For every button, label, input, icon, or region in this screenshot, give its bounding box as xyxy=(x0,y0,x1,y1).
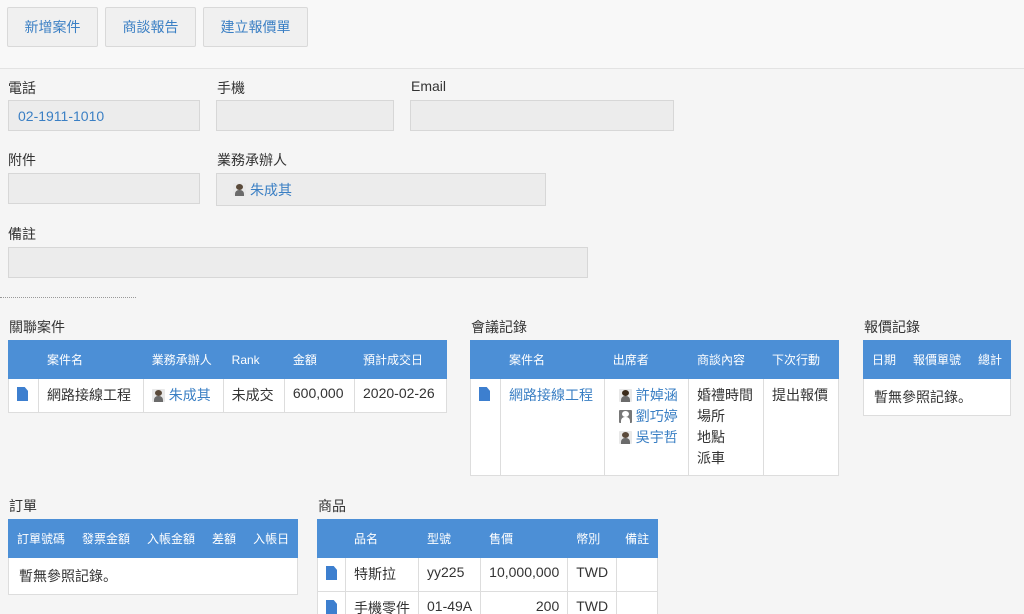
attendee-link[interactable]: 許婥涵 xyxy=(636,387,678,403)
product-price: 10,000,000 xyxy=(480,557,569,592)
table-row[interactable]: 網路接線工程 許婥涵 劉巧婷 吳宇哲 婚禮時間 場所 地點 派車 提出報價 xyxy=(470,378,840,476)
email-field[interactable] xyxy=(410,100,674,131)
product-name: 手機零件 xyxy=(345,591,419,614)
col-header[interactable]: 案件名 xyxy=(38,340,144,379)
meetings-title: 會議記錄 xyxy=(471,319,527,335)
col-header[interactable]: 差額 xyxy=(203,519,246,558)
product-currency: TWD xyxy=(567,557,618,592)
new-case-button[interactable]: 新增案件 xyxy=(7,7,98,47)
phone-field[interactable]: 02-1911-1010 xyxy=(8,100,200,131)
product-model: 01-49A xyxy=(417,591,482,614)
attendee-link[interactable]: 劉巧婷 xyxy=(636,408,678,424)
col-header[interactable]: 品名 xyxy=(345,519,419,558)
col-header[interactable]: 幣別 xyxy=(567,519,618,558)
col-header[interactable]: 售價 xyxy=(480,519,569,558)
col-header[interactable]: 下次行動 xyxy=(762,340,840,379)
date-cell: 2020-02-26 xyxy=(354,378,447,413)
attendee-link[interactable]: 吳宇哲 xyxy=(636,429,678,445)
meetings-table: 案件名 出席者 商談內容 下次行動 網路接線工程 許婥涵 劉巧婷 吳宇哲 婚禮時… xyxy=(470,340,840,476)
user-avatar-icon xyxy=(233,183,246,196)
table-row[interactable]: 網路接線工程 朱成其 未成交 600,000 2020-02-26 xyxy=(8,378,447,413)
related-cases-title: 關聯案件 xyxy=(9,319,65,335)
toolbar: 新增案件 商談報告 建立報價單 xyxy=(0,0,1024,69)
amount-cell: 600,000 xyxy=(283,378,356,413)
note-label: 備註 xyxy=(8,226,36,242)
quotes-title: 報價記錄 xyxy=(864,319,920,335)
col-header[interactable]: 備註 xyxy=(616,519,659,558)
mobile-label: 手機 xyxy=(217,80,245,96)
phone-label: 電話 xyxy=(8,80,36,96)
col-header[interactable]: 商談內容 xyxy=(687,340,764,379)
col-header[interactable]: 入帳金額 xyxy=(138,519,205,558)
col-header[interactable]: 訂單號碼 xyxy=(7,519,75,558)
content-line: 地點 xyxy=(696,429,725,445)
document-icon[interactable] xyxy=(326,566,337,580)
empty-message: 暫無參照記錄。 xyxy=(7,557,299,595)
mobile-field[interactable] xyxy=(216,100,394,131)
document-icon[interactable] xyxy=(326,600,337,614)
col-header[interactable]: 發票金額 xyxy=(73,519,140,558)
owner-name-link[interactable]: 朱成其 xyxy=(250,180,292,200)
create-quote-button[interactable]: 建立報價單 xyxy=(203,7,308,47)
col-header[interactable]: Rank xyxy=(222,340,285,379)
user-avatar-icon xyxy=(618,431,632,444)
owner-link[interactable]: 朱成其 xyxy=(169,387,211,403)
note-field[interactable] xyxy=(8,247,588,278)
col-header[interactable]: 日期 xyxy=(862,340,906,379)
attachment-field[interactable] xyxy=(8,173,200,204)
case-name-link[interactable]: 網路接線工程 xyxy=(509,387,593,403)
product-note xyxy=(616,557,659,592)
col-header[interactable]: 型號 xyxy=(417,519,482,558)
document-icon[interactable] xyxy=(479,387,490,401)
quotes-table: 日期 報價單號 總計 暫無參照記錄。 xyxy=(862,340,1012,416)
user-avatar-icon xyxy=(151,389,165,402)
owner-label: 業務承辦人 xyxy=(217,152,287,168)
document-icon[interactable] xyxy=(17,387,28,401)
content-line: 場所 xyxy=(696,408,725,424)
orders-table: 訂單號碼 發票金額 入帳金額 差額 入帳日 暫無參照記錄。 xyxy=(7,519,299,595)
attachment-label: 附件 xyxy=(8,152,36,168)
col-header[interactable]: 總計 xyxy=(969,340,1012,379)
owner-field[interactable]: 朱成其 xyxy=(216,173,546,206)
product-note xyxy=(616,591,659,614)
col-header[interactable]: 出席者 xyxy=(603,340,689,379)
content-line: 派車 xyxy=(696,450,725,466)
col-header[interactable]: 報價單號 xyxy=(904,340,971,379)
content-line: 婚禮時間 xyxy=(696,387,753,403)
products-title: 商品 xyxy=(318,498,346,514)
rank-cell: 未成交 xyxy=(222,378,285,413)
user-avatar-icon xyxy=(618,410,632,423)
meeting-report-button[interactable]: 商談報告 xyxy=(105,7,196,47)
product-currency: TWD xyxy=(567,591,618,614)
product-price: 200 xyxy=(480,591,569,614)
col-header[interactable]: 入帳日 xyxy=(244,519,299,558)
email-label: Email xyxy=(411,78,447,94)
section-divider xyxy=(0,297,136,298)
table-row[interactable]: 特斯拉 yy225 10,000,000 TWD xyxy=(317,557,659,592)
orders-title: 訂單 xyxy=(9,498,37,514)
table-row[interactable]: 手機零件 01-49A 200 TWD xyxy=(317,591,659,614)
user-avatar-icon xyxy=(618,389,632,402)
case-name[interactable]: 網路接線工程 xyxy=(38,378,144,413)
col-header[interactable]: 案件名 xyxy=(500,340,605,379)
product-model: yy225 xyxy=(417,557,482,592)
related-cases-table: 案件名 業務承辦人 Rank 金額 預計成交日 網路接線工程 朱成其 未成交 6… xyxy=(8,340,447,413)
product-name: 特斯拉 xyxy=(345,557,419,592)
empty-message: 暫無參照記錄。 xyxy=(862,378,1012,416)
products-table: 品名 型號 售價 幣別 備註 特斯拉 yy225 10,000,000 TWD … xyxy=(317,519,659,614)
next-action-cell: 提出報價 xyxy=(762,378,840,476)
col-header[interactable]: 金額 xyxy=(283,340,356,379)
col-header[interactable]: 預計成交日 xyxy=(354,340,447,379)
col-header[interactable]: 業務承辦人 xyxy=(142,340,224,379)
